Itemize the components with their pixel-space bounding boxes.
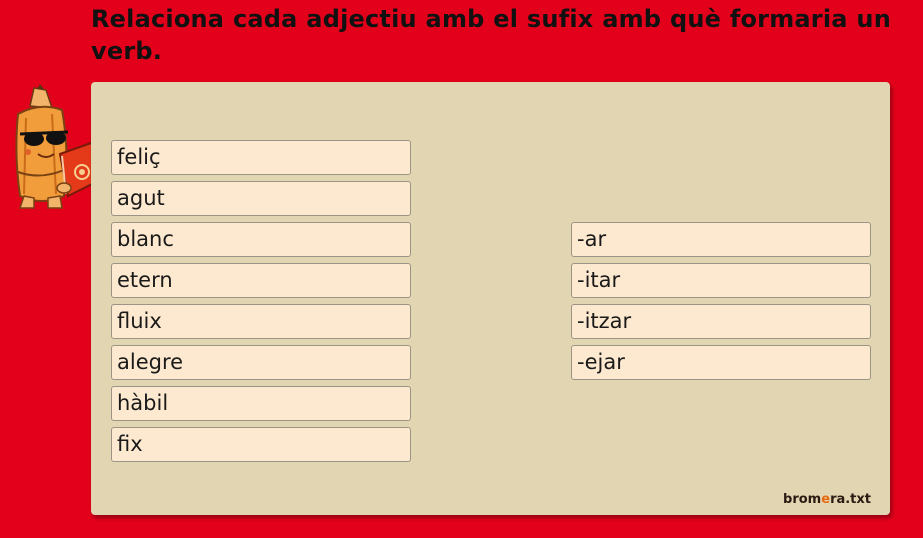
adjective-card-fix[interactable]: fix <box>111 427 411 462</box>
suffix-card-itar[interactable]: -itar <box>571 263 871 298</box>
adjective-card-felic[interactable]: feliç <box>111 140 411 175</box>
brand-text-end: ra.txt <box>830 492 871 507</box>
adjective-card-habil[interactable]: hàbil <box>111 386 411 421</box>
suffix-card-itzar[interactable]: -itzar <box>571 304 871 339</box>
pencil-mascot-icon <box>15 84 102 209</box>
adjective-card-agut[interactable]: agut <box>111 181 411 216</box>
adjective-card-blanc[interactable]: blanc <box>111 222 411 257</box>
adjective-card-etern[interactable]: etern <box>111 263 411 298</box>
suffixes-list: -ar -itar -itzar -ejar <box>571 222 871 386</box>
bromera-logo: bromera.txt <box>783 492 871 507</box>
adjective-card-alegre[interactable]: alegre <box>111 345 411 380</box>
adjective-card-fluix[interactable]: fluix <box>111 304 411 339</box>
brand-text-accent: e <box>821 492 831 507</box>
suffix-card-ejar[interactable]: -ejar <box>571 345 871 380</box>
adjectives-list: feliç agut blanc etern fluix alegre hàbi… <box>111 140 411 468</box>
instruction-title: Relaciona cada adjectiu amb el sufix amb… <box>91 5 891 65</box>
brand-text-start: brom <box>783 492 822 507</box>
suffix-card-ar[interactable]: -ar <box>571 222 871 257</box>
exercise-panel: feliç agut blanc etern fluix alegre hàbi… <box>91 82 890 515</box>
